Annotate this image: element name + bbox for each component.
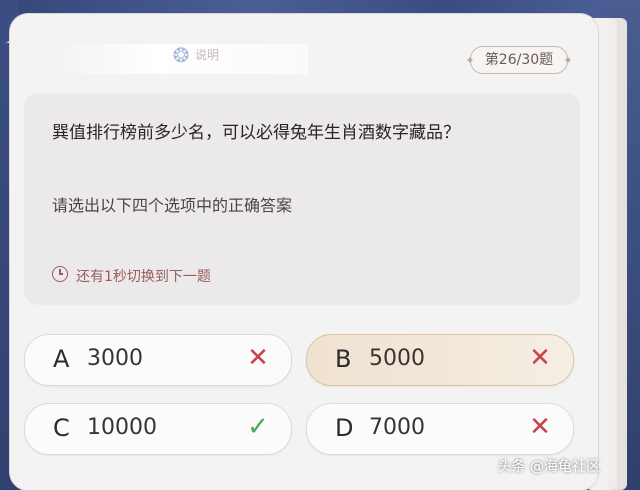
option-value: 5000 bbox=[369, 346, 425, 371]
option-a[interactable]: A 3000 ✕ bbox=[24, 334, 292, 386]
watermark: 头条 @海龟社区 bbox=[497, 459, 600, 475]
option-letter: A bbox=[53, 345, 70, 373]
option-value: 7000 bbox=[369, 415, 425, 440]
cross-icon: ✕ bbox=[529, 412, 551, 442]
option-letter: C bbox=[53, 414, 70, 442]
cross-icon: ✕ bbox=[529, 343, 551, 373]
timer-text: 还有1秒切换到下一题 bbox=[76, 269, 211, 285]
swirl-icon: ❂ bbox=[172, 43, 190, 67]
option-value: 3000 bbox=[87, 346, 143, 371]
question-text: 巽值排行榜前多少名，可以必得兔年生肖酒数字藏品？ bbox=[52, 123, 460, 143]
hint-label[interactable]: 说明 bbox=[195, 46, 219, 63]
question-progress-badge: 第26/30题 bbox=[470, 46, 568, 74]
clock-icon bbox=[52, 266, 68, 282]
instruction-text: 请选出以下四个选项中的正确答案 bbox=[52, 196, 293, 215]
check-icon: ✓ bbox=[247, 412, 269, 442]
option-letter: D bbox=[335, 414, 354, 442]
option-value: 10000 bbox=[87, 415, 157, 440]
option-c[interactable]: C 10000 ✓ bbox=[24, 403, 292, 455]
option-b[interactable]: B 5000 ✕ bbox=[306, 334, 574, 386]
option-letter: B bbox=[335, 345, 352, 373]
option-d[interactable]: D 7000 ✕ bbox=[306, 403, 574, 455]
cross-icon: ✕ bbox=[247, 343, 269, 373]
